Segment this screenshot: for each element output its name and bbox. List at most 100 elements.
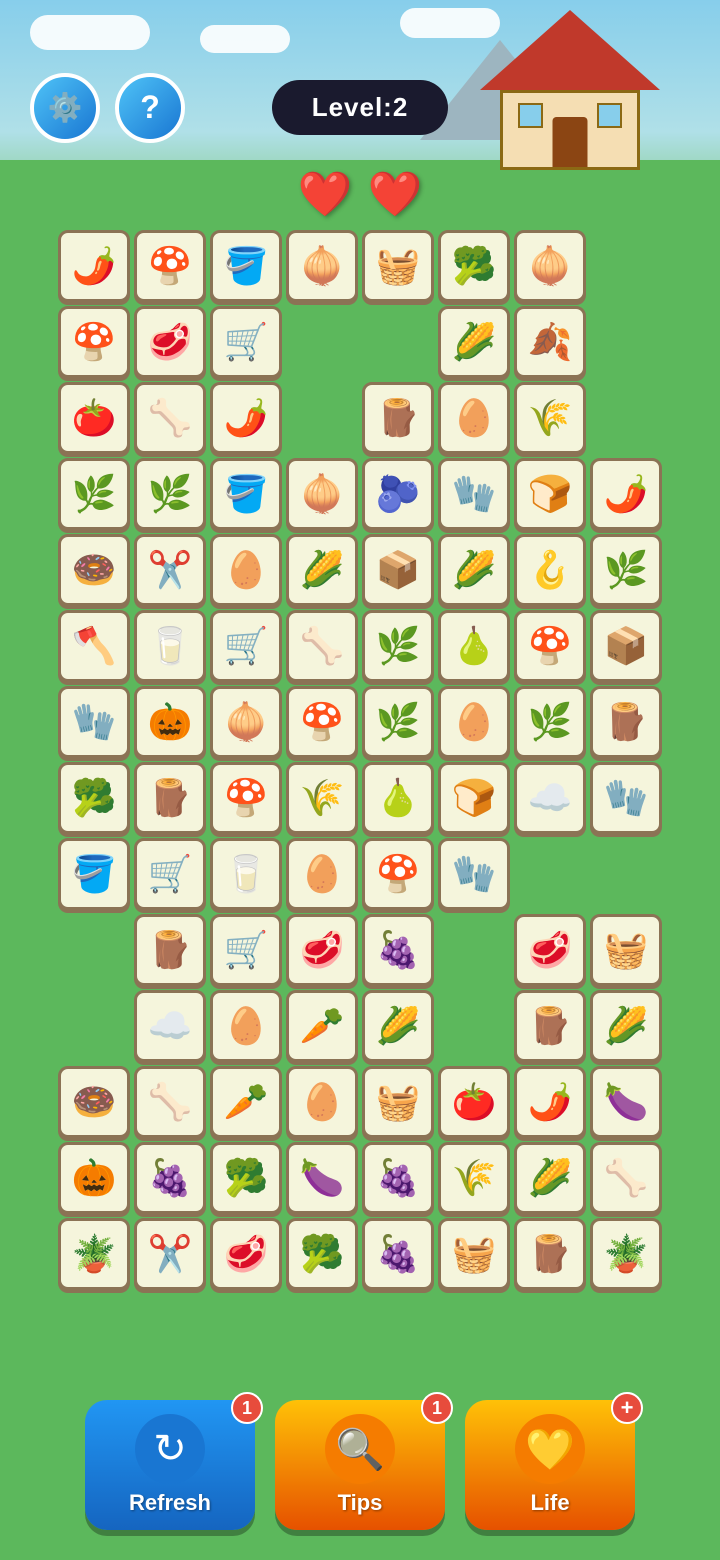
tile[interactable]: 🍞 [438,762,510,834]
tile[interactable]: 🥚 [286,1066,358,1138]
tile[interactable]: 🪴 [590,1218,662,1290]
tile[interactable]: 🦴 [590,1142,662,1214]
tile[interactable]: 🪵 [590,686,662,758]
tile[interactable]: 🪓 [58,610,130,682]
tile[interactable]: 🍄 [362,838,434,910]
tile[interactable]: 🧺 [362,230,434,302]
tile[interactable]: 🍆 [286,1142,358,1214]
tile[interactable]: 🪵 [514,1218,586,1290]
tile[interactable]: 🛒 [210,914,282,986]
tile[interactable]: 🌿 [514,686,586,758]
tile[interactable]: 🫐 [362,458,434,530]
tile[interactable]: 🥩 [514,914,586,986]
tile[interactable]: 📦 [590,610,662,682]
tile[interactable]: 🥚 [438,382,510,454]
tile[interactable]: 🌿 [590,534,662,606]
tile[interactable]: 🌽 [438,534,510,606]
tile[interactable]: 🍄 [514,610,586,682]
tile[interactable]: 🍇 [362,1218,434,1290]
tile[interactable]: 🌶️ [590,458,662,530]
tile[interactable]: 🌽 [438,306,510,378]
tile[interactable]: 🍆 [590,1066,662,1138]
tile[interactable]: 🌾 [286,762,358,834]
tile[interactable]: 🌿 [362,686,434,758]
tile[interactable]: 🍇 [362,914,434,986]
tile[interactable]: 🥦 [210,1142,282,1214]
tile[interactable]: 🥚 [438,686,510,758]
tile[interactable]: 🌿 [134,458,206,530]
tile[interactable]: 🥩 [210,1218,282,1290]
tile[interactable]: 🍅 [58,382,130,454]
tile[interactable]: 🥕 [210,1066,282,1138]
tile[interactable]: 🍇 [362,1142,434,1214]
tile[interactable]: 🍇 [134,1142,206,1214]
tips-button[interactable]: 1 🔍 Tips [275,1400,445,1530]
tile[interactable]: ✂️ [134,534,206,606]
tile[interactable]: 🍞 [514,458,586,530]
tile[interactable]: 🪣 [210,458,282,530]
tile[interactable]: 🧺 [438,1218,510,1290]
tile[interactable]: 🌽 [362,990,434,1062]
tile[interactable]: 🦴 [134,382,206,454]
tile[interactable]: 🥚 [210,534,282,606]
tile[interactable]: 🍩 [58,1066,130,1138]
tile[interactable]: 🪵 [514,990,586,1062]
tile[interactable]: 🪣 [58,838,130,910]
tile[interactable]: 🦴 [134,1066,206,1138]
tile[interactable]: ✂️ [134,1218,206,1290]
tile[interactable]: 🎃 [58,1142,130,1214]
tile[interactable]: 🌿 [58,458,130,530]
tile[interactable]: 🍐 [362,762,434,834]
tile[interactable]: 🧺 [590,914,662,986]
settings-button[interactable]: ⚙️ [30,73,100,143]
tile[interactable]: 🍂 [514,306,586,378]
help-button[interactable]: ? [115,73,185,143]
tile[interactable]: 🍄 [134,230,206,302]
tile[interactable]: 🥦 [438,230,510,302]
refresh-button[interactable]: 1 ↻ Refresh [85,1400,255,1530]
tile[interactable]: 🌿 [362,610,434,682]
tile[interactable]: 🌶️ [210,382,282,454]
tile[interactable]: 🥚 [286,838,358,910]
tile[interactable]: 🎃 [134,686,206,758]
tile[interactable]: 🧺 [362,1066,434,1138]
tile[interactable]: 🪵 [134,914,206,986]
tile[interactable]: 🥚 [210,990,282,1062]
tile[interactable]: 🧤 [58,686,130,758]
tile[interactable]: 🌶️ [58,230,130,302]
tile[interactable]: 🧤 [438,458,510,530]
tile[interactable]: ☁️ [514,762,586,834]
tile[interactable]: 🧅 [210,686,282,758]
tile[interactable]: 🍐 [438,610,510,682]
tile[interactable]: 🛒 [210,306,282,378]
tile[interactable]: 🍄 [58,306,130,378]
tile[interactable]: 🧅 [514,230,586,302]
tile[interactable]: 🌽 [590,990,662,1062]
tile[interactable]: 🌶️ [514,1066,586,1138]
tile[interactable]: 🧅 [286,230,358,302]
tile[interactable]: 🌾 [514,382,586,454]
tile[interactable]: 🥦 [286,1218,358,1290]
tile[interactable]: 🌽 [286,534,358,606]
life-button[interactable]: + 💛 Life [465,1400,635,1530]
tile[interactable]: 🍄 [210,762,282,834]
tile[interactable]: 🍅 [438,1066,510,1138]
tile[interactable]: 🪣 [210,230,282,302]
tile[interactable]: 🛒 [134,838,206,910]
tile[interactable]: 🥦 [58,762,130,834]
tile[interactable]: 🧤 [590,762,662,834]
tile[interactable]: 🥕 [286,990,358,1062]
tile[interactable]: 🌾 [438,1142,510,1214]
tile[interactable]: 🥛 [134,610,206,682]
tile[interactable]: 🍩 [58,534,130,606]
tile[interactable]: 📦 [362,534,434,606]
tile[interactable]: 🥩 [134,306,206,378]
tile[interactable]: 🪝 [514,534,586,606]
tile[interactable]: 🪴 [58,1218,130,1290]
tile[interactable]: 🌽 [514,1142,586,1214]
tile[interactable]: 🧅 [286,458,358,530]
tile[interactable]: 🛒 [210,610,282,682]
tile[interactable]: 🥩 [286,914,358,986]
tile[interactable]: 🪵 [362,382,434,454]
tile[interactable]: 🍄 [286,686,358,758]
